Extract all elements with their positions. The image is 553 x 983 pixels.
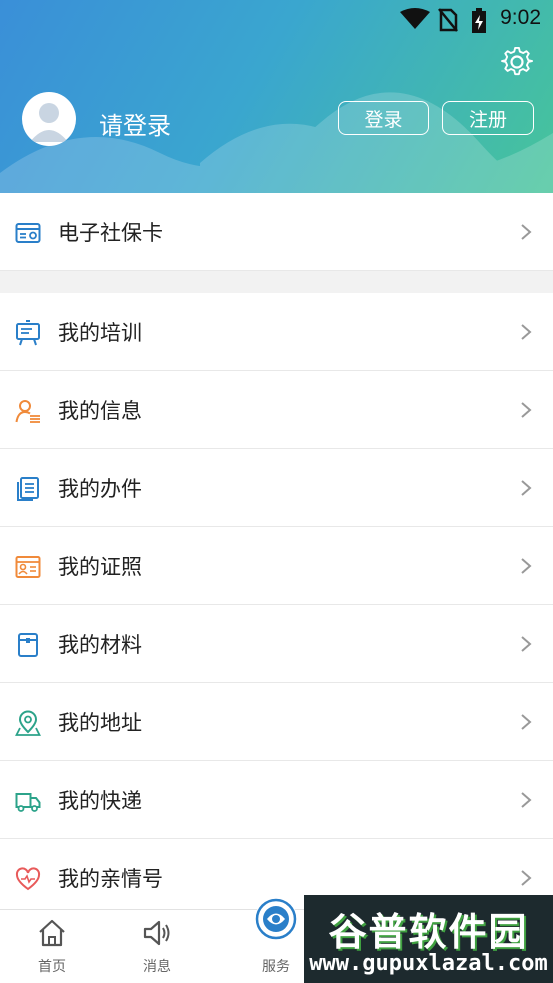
chevron-right-icon (521, 714, 532, 730)
watermark-title: 谷普软件园 (328, 910, 529, 954)
tab-messages[interactable]: 消息 (117, 910, 197, 983)
social-card-section: 电子社保卡 (0, 193, 553, 271)
menu-item-label: 我的快递 (58, 788, 142, 813)
chevron-right-icon (521, 792, 532, 808)
menu-item-licenses[interactable]: 我的证照 (0, 527, 553, 605)
login-button[interactable]: 登录 (338, 101, 429, 135)
chevron-right-icon (521, 636, 532, 652)
register-button[interactable]: 注册 (442, 101, 534, 135)
menu-item-label: 我的地址 (58, 710, 142, 735)
delivery-truck-icon (15, 793, 41, 812)
menu-item-label: 我的办件 (58, 476, 142, 501)
location-pin-icon (15, 710, 41, 736)
tab-label: 首页 (38, 959, 66, 975)
menu-item-training[interactable]: 我的培训 (0, 293, 553, 371)
default-user-icon (30, 103, 68, 142)
tab-home[interactable]: 首页 (12, 910, 92, 983)
menu-item-documents[interactable]: 我的办件 (0, 449, 553, 527)
menu-item-address[interactable]: 我的地址 (0, 683, 553, 761)
menu-item-materials[interactable]: 我的材料 (0, 605, 553, 683)
chevron-right-icon (521, 870, 532, 886)
speaker-icon (143, 920, 170, 946)
menu-item-label: 我的亲情号 (58, 867, 163, 891)
avatar[interactable] (22, 92, 76, 146)
wifi-icon (400, 8, 430, 29)
menu-item-info[interactable]: 我的信息 (0, 371, 553, 449)
menu-item-label: 我的证照 (58, 554, 142, 579)
chevron-right-icon (521, 224, 532, 240)
site-watermark: 谷普软件园 www.gupuxlazal.com (304, 895, 553, 983)
menu-item-label: 我的培训 (58, 320, 142, 345)
my-menu-list: 我的培训 我的信息 我的办件 我的证照 我的材料 我的地址 我的快递 我的亲情号 (0, 293, 553, 917)
service-emblem-icon (255, 898, 297, 940)
id-card-icon (15, 556, 41, 578)
chevron-right-icon (521, 324, 532, 340)
menu-item-label: 我的材料 (58, 632, 142, 657)
menu-item-label: 电子社保卡 (58, 220, 163, 245)
login-prompt-text[interactable]: 请登录 (99, 106, 171, 141)
heart-icon (15, 867, 41, 891)
no-sim-icon (438, 8, 458, 32)
status-bar: 9:02 (0, 0, 553, 38)
settings-gear-icon[interactable] (501, 46, 533, 78)
documents-icon (17, 477, 39, 501)
social-security-card-icon (15, 223, 41, 243)
chevron-right-icon (521, 402, 532, 418)
chevron-right-icon (521, 480, 532, 496)
clock: 9:02 (500, 6, 541, 29)
folder-icon (18, 633, 38, 657)
tab-label: 消息 (143, 959, 171, 975)
battery-charging-icon (472, 8, 486, 33)
training-board-icon (16, 320, 40, 346)
service-logo-icon[interactable] (255, 898, 297, 940)
menu-item-label: 我的信息 (58, 398, 142, 423)
home-icon (39, 919, 65, 947)
chevron-right-icon (521, 558, 532, 574)
person-info-icon (15, 400, 40, 423)
profile-header: 9:02 请登录 登录 注册 (0, 0, 553, 193)
watermark-url: www.gupuxlazal.com (309, 951, 548, 976)
menu-item-social-card[interactable]: 电子社保卡 (0, 193, 553, 271)
menu-item-express[interactable]: 我的快递 (0, 761, 553, 839)
